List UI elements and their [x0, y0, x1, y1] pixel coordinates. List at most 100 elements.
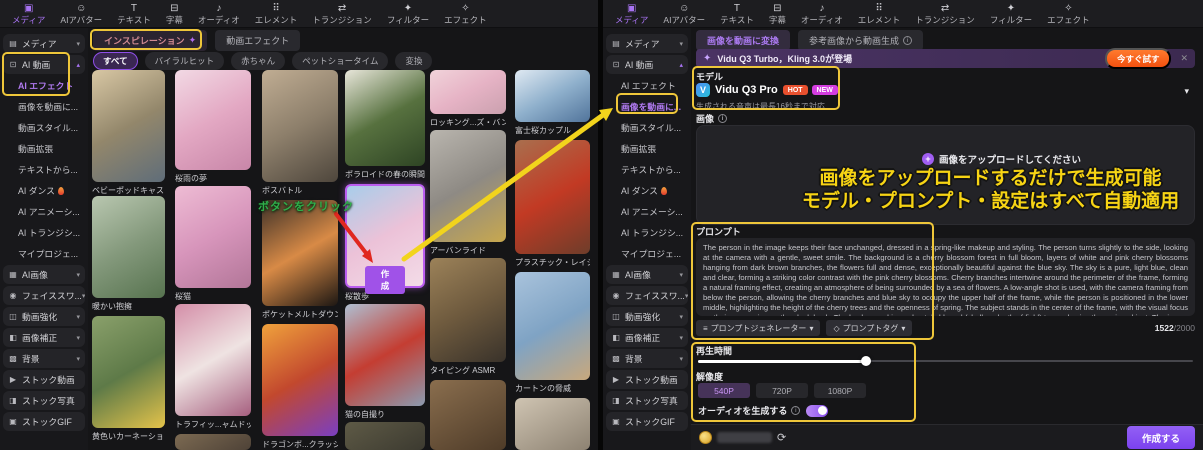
toolbar-item-element[interactable]: ⠿ エレメント	[255, 3, 298, 25]
sidebar-item-image-correction[interactable]: ◧ 画像補正 ▾	[606, 328, 688, 347]
sidebar-item-ai-video[interactable]: ⊡ AI 動画 ▴	[606, 55, 688, 74]
model-selector[interactable]: V Vidu Q3 Pro HOTNEW	[696, 83, 838, 97]
tab-image-to-video-convert[interactable]: 画像を動画に変換	[696, 30, 790, 51]
sidebar-item-ai-effect[interactable]: AI エフェクト	[606, 76, 688, 95]
toolbar-item-effect[interactable]: ✧ エフェクト	[444, 3, 487, 25]
sidebar-item-ai-image[interactable]: ▦ AI画像 ▾	[606, 265, 688, 284]
template-card[interactable]	[515, 398, 590, 450]
sidebar-item-text-to-video[interactable]: テキストから...	[3, 160, 85, 179]
toolbar-item-subtitle[interactable]: ⊟ 字幕	[769, 3, 786, 25]
sidebar-item-video-style[interactable]: 動画スタイル...	[3, 118, 85, 137]
sidebar-item-ai-video[interactable]: ⊡ AI 動画 ▴	[3, 55, 85, 74]
template-card[interactable]: タイピング ASMR	[430, 258, 506, 376]
sidebar-item-stock-photo[interactable]: ◨ ストック写真	[3, 391, 85, 410]
sidebar-item-stock-gif[interactable]: ▣ ストックGIF	[3, 412, 85, 431]
close-icon[interactable]: ✕	[1180, 53, 1188, 64]
card-create-button[interactable]: 作成	[365, 266, 405, 294]
sidebar-item-video-enhance[interactable]: ◫ 動画強化 ▾	[606, 307, 688, 326]
sidebar-item-video-style[interactable]: 動画スタイル...	[606, 118, 688, 137]
template-card[interactable]	[175, 434, 251, 450]
sidebar-item-media[interactable]: ▤ メディア ▾	[3, 34, 85, 53]
resolution-option-1080p[interactable]: 1080P	[814, 383, 866, 398]
template-card[interactable]: 暖かい抱擁	[92, 196, 165, 312]
sidebar-item-ai-dance[interactable]: AI ダンス	[606, 181, 688, 200]
sidebar-item-ai-animation[interactable]: AI アニメーシ...	[3, 202, 85, 221]
template-card[interactable]: ボスバトル	[262, 70, 338, 196]
toolbar-item-media[interactable]: ▣ メディア	[615, 3, 648, 25]
toolbar-item-ai-avatar[interactable]: ☺ AIアバター	[60, 3, 102, 25]
template-card[interactable]: ロッキング...ズ・バンド	[430, 70, 506, 128]
resolution-option-720p[interactable]: 720P	[756, 383, 808, 398]
tab-video-effect[interactable]: 動画エフェクト	[215, 30, 300, 51]
toolbar-item-audio[interactable]: ♪ オーディオ	[801, 3, 843, 25]
duration-slider[interactable]	[698, 356, 1193, 366]
toolbar-item-transition[interactable]: ⇄ トランジション	[915, 3, 975, 25]
sidebar-item-video-extend[interactable]: 動画拡張	[3, 139, 85, 158]
tab-inspiration[interactable]: インスピレーション ✦	[93, 30, 207, 51]
toolbar-item-text[interactable]: T テキスト	[720, 3, 754, 25]
template-card[interactable]: 富士桜カップル	[515, 70, 590, 136]
sidebar-item-my-project[interactable]: マイプロジェ...	[3, 244, 85, 263]
toolbar-item-filter[interactable]: ✦ フィルター	[387, 3, 429, 25]
tab-reference-image-generate[interactable]: 参考画像から動画生成 i	[798, 30, 923, 51]
template-card[interactable]: アーバンライド	[430, 130, 506, 256]
toolbar-item-filter[interactable]: ✦ フィルター	[990, 3, 1032, 25]
toolbar-item-transition[interactable]: ⇄ トランジション	[312, 3, 372, 25]
toolbar-item-audio[interactable]: ♪ オーディオ	[198, 3, 240, 25]
sidebar-item-face-swap[interactable]: ◉ フェイススワ... ▾	[3, 286, 85, 305]
sidebar-item-background[interactable]: ▩ 背景 ▾	[606, 349, 688, 368]
sidebar-item-face-swap[interactable]: ◉ フェイススワ... ▾	[606, 286, 688, 305]
sidebar-item-video-extend[interactable]: 動画拡張	[606, 139, 688, 158]
sidebar-item-image-to-video[interactable]: 画像を動画に...	[606, 97, 688, 116]
try-now-button[interactable]: 今すぐ試す	[1105, 48, 1172, 69]
template-card[interactable]: カートンの脅威	[515, 272, 590, 394]
template-card[interactable]: トラフィッ...ャムドッグ	[175, 304, 251, 430]
toolbar-item-media[interactable]: ▣ メディア	[12, 3, 45, 25]
template-card[interactable]: プラスチック・レイジ	[515, 140, 590, 268]
audio-toggle[interactable]	[806, 405, 828, 417]
template-card[interactable]: 作成 桜散歩	[345, 184, 425, 302]
sidebar-item-ai-transition[interactable]: AI トランジシ...	[606, 223, 688, 242]
sidebar-item-stock-gif[interactable]: ▣ ストックGIF	[606, 412, 688, 431]
sidebar-item-ai-transition[interactable]: AI トランジシ...	[3, 223, 85, 242]
template-card[interactable]: ドラゴンボ...クラッシュ	[262, 324, 338, 450]
toolbar-item-text[interactable]: T テキスト	[117, 3, 151, 25]
toolbar-item-ai-avatar[interactable]: ☺ AIアバター	[663, 3, 705, 25]
sidebar-item-stock-video[interactable]: ▶ ストック動画	[3, 370, 85, 389]
toolbar-item-element[interactable]: ⠿ エレメント	[858, 3, 901, 25]
create-button[interactable]: 作成する	[1127, 426, 1195, 449]
sidebar-item-text-to-video[interactable]: テキストから...	[606, 160, 688, 179]
sidebar-item-stock-video[interactable]: ▶ ストック動画	[606, 370, 688, 389]
toolbar-item-subtitle[interactable]: ⊟ 字幕	[166, 3, 183, 25]
sidebar-item-image-correction[interactable]: ◧ 画像補正 ▾	[3, 328, 85, 347]
sidebar-item-my-project[interactable]: マイプロジェ...	[606, 244, 688, 263]
chevron-down-icon[interactable]: ▾	[1184, 86, 1189, 97]
sidebar-item-ai-image[interactable]: ▦ AI画像 ▾	[3, 265, 85, 284]
sidebar-item-stock-photo[interactable]: ◨ ストック写真	[606, 391, 688, 410]
template-card[interactable]: 桜雨の夢	[175, 70, 251, 184]
template-card[interactable]: ポケットメルトダウン	[262, 200, 338, 320]
image-upload-dropzone[interactable]: + 画像をアップロードしてください 画像をアップロードするだけで生成可能 モデル…	[696, 125, 1195, 225]
prompt-textarea[interactable]: The person in the image keeps their face…	[696, 238, 1195, 316]
template-card[interactable]: 黄色いカーネーション	[92, 316, 165, 442]
prompt-tags-button[interactable]: ◇ プロンプトタグ ▾	[826, 320, 912, 336]
sidebar-item-video-enhance[interactable]: ◫ 動画強化 ▾	[3, 307, 85, 326]
sidebar-item-ai-animation[interactable]: AI アニメーシ...	[606, 202, 688, 221]
template-card[interactable]: ポラロイドの春の瞬間	[345, 70, 425, 180]
prompt-generator-button[interactable]: ≡ プロンプトジェネレーター ▾	[696, 320, 820, 336]
slider-handle[interactable]	[861, 356, 871, 366]
refresh-icon[interactable]: ⟳	[777, 431, 786, 444]
template-card[interactable]	[430, 380, 506, 450]
sidebar-item-label: 画像補正	[625, 331, 660, 344]
sidebar-item-ai-effect[interactable]: AI エフェクト	[3, 76, 85, 95]
template-card[interactable]: ベビーポッドキャスト	[92, 70, 165, 196]
resolution-option-540p[interactable]: 540P	[698, 383, 750, 398]
sidebar-item-background[interactable]: ▩ 背景 ▾	[3, 349, 85, 368]
template-card[interactable]: 猫の自撮り	[345, 304, 425, 420]
sidebar-item-image-to-video[interactable]: 画像を動画に...	[3, 97, 85, 116]
sidebar-item-media[interactable]: ▤ メディア ▾	[606, 34, 688, 53]
toolbar-item-effect[interactable]: ✧ エフェクト	[1047, 3, 1090, 25]
template-card[interactable]	[345, 422, 425, 450]
sidebar-item-ai-dance[interactable]: AI ダンス	[3, 181, 85, 200]
template-card[interactable]: 桜猫	[175, 186, 251, 302]
